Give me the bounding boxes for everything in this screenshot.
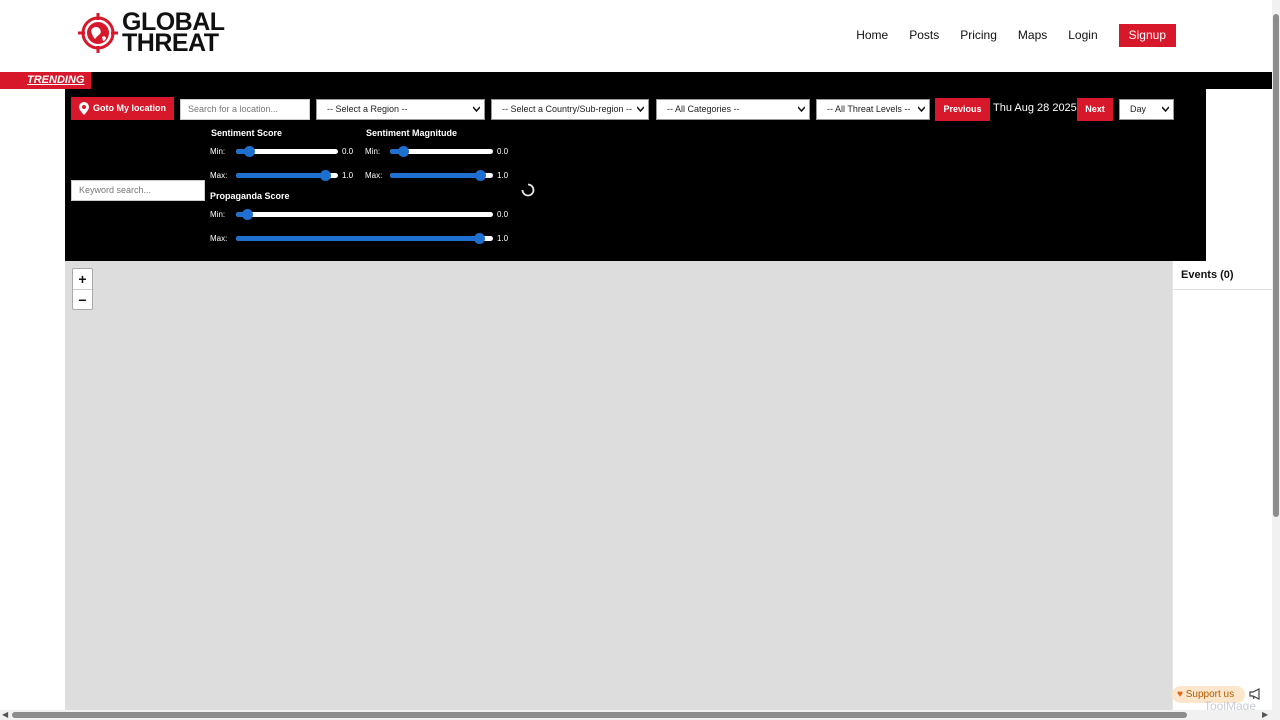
region-value: -- Select a Region -- [327,104,408,114]
goto-label: Goto My location [93,103,166,113]
horizontal-scrollbar[interactable]: ◀ ▶ [0,710,1272,720]
chevron-down-icon [918,106,925,112]
slider-thumb[interactable] [320,170,331,181]
sentiment-magnitude-max-label: Max: [365,171,383,180]
threat-level-select[interactable]: -- All Threat Levels -- [816,99,930,120]
slider-fill [236,173,328,178]
location-pin-icon [79,102,89,115]
sentiment-score-max-label: Max: [210,171,228,180]
period-select[interactable]: Day [1119,99,1174,120]
sentiment-score-title: Sentiment Score [211,128,283,138]
vertical-scroll-thumb[interactable] [1273,14,1279,517]
propaganda-score-min-slider[interactable] [236,209,493,220]
threat-level-value: -- All Threat Levels -- [827,104,911,114]
slider-fill [236,236,484,241]
main-nav: Home Posts Pricing Maps Login Signup [835,24,1176,47]
category-value: -- All Categories -- [667,104,740,114]
sentiment-magnitude-title: Sentiment Magnitude [366,128,458,138]
slider-thumb[interactable] [398,146,409,157]
slider-thumb[interactable] [244,146,255,157]
current-date: Thu Aug 28 2025 [993,102,1077,114]
chevron-down-icon [637,106,644,112]
nav-login[interactable]: Login [1068,24,1097,47]
heart-icon: ♥ [1177,689,1183,700]
chevron-down-icon [798,106,805,112]
globe-target-icon [78,13,118,53]
propaganda-score-min-value: 0.0 [497,210,509,219]
map-canvas[interactable]: + − [65,261,1172,710]
scroll-right-icon[interactable]: ▶ [1262,710,1268,719]
scroll-left-icon[interactable]: ◀ [2,710,8,719]
keyword-search-input[interactable]: Keyword search... [71,180,205,201]
nav-home[interactable]: Home [856,24,888,47]
filter-panel: Goto My location Search for a location..… [65,89,1206,261]
sentiment-score-min-value: 0.0 [342,147,354,156]
goto-my-location-button[interactable]: Goto My location [71,97,174,120]
trending-bar: TRENDING [0,72,1272,89]
nav-posts[interactable]: Posts [909,24,939,47]
slider-thumb[interactable] [475,170,486,181]
sentiment-magnitude-min-slider[interactable] [390,146,493,157]
slider-fill [390,173,483,178]
signup-button[interactable]: Signup [1118,24,1176,47]
logo[interactable]: GLOBAL THREAT [78,10,225,57]
horizontal-scroll-thumb[interactable] [12,712,1187,718]
events-panel: Events (0) [1172,261,1272,710]
spinner-icon [521,183,535,197]
region-select[interactable]: -- Select a Region -- [316,99,485,120]
trending-tag[interactable]: TRENDING [0,72,91,89]
previous-button[interactable]: Previous [935,98,990,121]
propaganda-score-max-slider[interactable] [236,233,493,244]
country-select[interactable]: -- Select a Country/Sub-region -- [491,99,649,120]
chevron-down-icon [1162,106,1169,112]
sentiment-magnitude-min-value: 0.0 [497,147,509,156]
sentiment-magnitude-min-label: Min: [365,147,381,156]
zoom-control: + − [72,268,93,310]
sentiment-score-max-slider[interactable] [236,170,338,181]
propaganda-score-max-value: 1.0 [497,234,509,243]
period-value: Day [1130,104,1147,114]
brand-name: GLOBAL THREAT [122,10,225,57]
location-search-input[interactable]: Search for a location... [180,99,310,120]
category-select[interactable]: -- All Categories -- [656,99,810,120]
next-button[interactable]: Next [1077,98,1113,121]
propaganda-score-max-label: Max: [210,234,228,243]
sentiment-magnitude-max-slider[interactable] [390,170,493,181]
country-value: -- Select a Country/Sub-region -- [502,104,633,114]
slider-thumb[interactable] [242,209,253,220]
events-title: Events (0) [1173,261,1272,290]
slider-thumb[interactable] [474,233,485,244]
chevron-down-icon [473,106,480,112]
sentiment-score-min-label: Min: [210,147,226,156]
brand-line-2: THREAT [122,29,219,57]
nav-pricing[interactable]: Pricing [960,24,997,47]
sentiment-magnitude-max-value: 1.0 [497,171,509,180]
sentiment-score-min-slider[interactable] [236,146,338,157]
vertical-scrollbar[interactable] [1272,0,1280,720]
propaganda-score-min-label: Min: [210,210,226,219]
site-header: GLOBAL THREAT Home Posts Pricing Maps Lo… [0,0,1272,72]
sentiment-score-max-value: 1.0 [342,171,354,180]
zoom-out-button[interactable]: − [73,289,92,309]
zoom-in-button[interactable]: + [73,269,92,289]
propaganda-score-title: Propaganda Score [210,191,290,201]
nav-maps[interactable]: Maps [1018,24,1047,47]
